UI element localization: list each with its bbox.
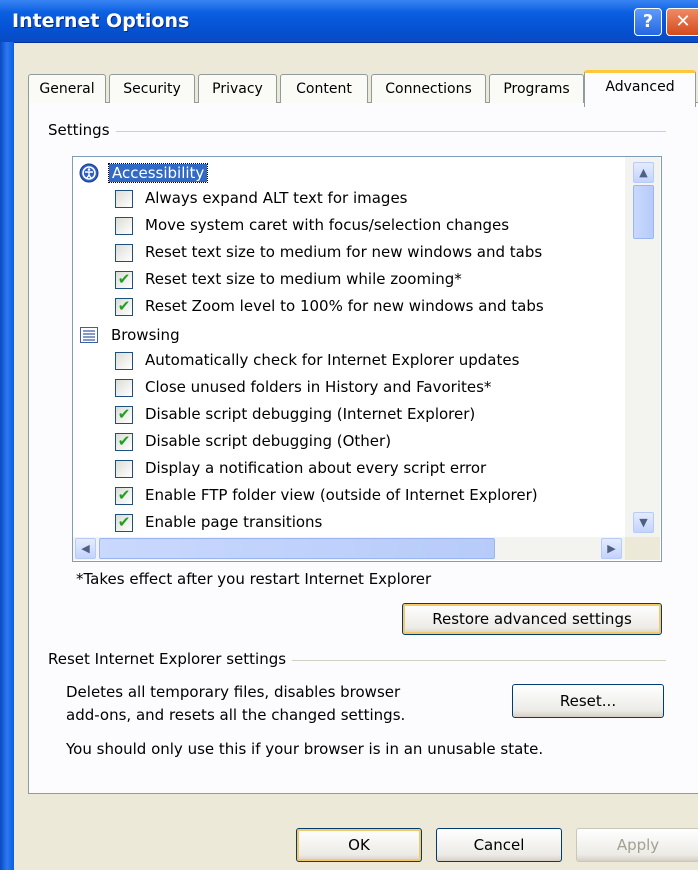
tab-content[interactable]: Content — [280, 74, 368, 103]
category-label: Accessibility — [107, 163, 209, 183]
close-button[interactable]: ✕ — [666, 8, 698, 36]
option-label: Close unused folders in History and Favo… — [145, 378, 492, 396]
settings-group-label: Settings — [48, 121, 116, 139]
check-icon: ✔ — [117, 432, 131, 450]
window-title: Internet Options — [12, 10, 190, 32]
checkbox-display-script-error[interactable] — [115, 460, 133, 478]
option-label: Disable script debugging (Internet Explo… — [145, 405, 476, 423]
option-label: Reset text size to medium for new window… — [145, 243, 543, 261]
cancel-button[interactable]: Cancel — [436, 828, 562, 862]
title-bar[interactable]: Internet Options ? ✕ — [0, 0, 698, 43]
tab-privacy[interactable]: Privacy — [198, 74, 277, 103]
check-icon: ✔ — [117, 405, 131, 423]
checkbox-reset-text-zooming[interactable]: ✔ — [115, 270, 133, 289]
tab-programs[interactable]: Programs — [489, 74, 584, 103]
option-label: Move system caret with focus/selection c… — [145, 216, 510, 234]
horizontal-scroll-thumb[interactable] — [99, 538, 495, 559]
help-button[interactable]: ? — [634, 8, 662, 36]
checkbox-enable-ftp-view[interactable]: ✔ — [115, 486, 133, 505]
check-icon: ✔ — [117, 513, 131, 531]
checkbox-enable-page-transitions[interactable]: ✔ — [115, 513, 133, 532]
option-label: Enable FTP folder view (outside of Inter… — [145, 486, 538, 504]
tab-general[interactable]: General — [28, 74, 106, 103]
category-browsing[interactable]: Browsing — [111, 322, 180, 348]
option-label: Display a notification about every scrip… — [145, 459, 487, 477]
check-icon: ✔ — [117, 486, 131, 504]
accessibility-icon — [79, 163, 99, 183]
checkbox-close-unused-folders[interactable] — [115, 379, 133, 397]
option-label: Always expand ALT text for images — [145, 189, 408, 207]
checkbox-disable-debug-other[interactable]: ✔ — [115, 432, 133, 451]
tab-security[interactable]: Security — [109, 74, 195, 103]
checkbox-check-ie-updates[interactable] — [115, 352, 133, 370]
settings-group-line — [48, 131, 666, 132]
option-label: Reset text size to medium while zooming* — [145, 270, 462, 288]
checkbox-move-caret[interactable] — [115, 217, 133, 235]
apply-button[interactable]: Apply — [576, 828, 698, 862]
vertical-scroll-thumb[interactable] — [633, 185, 654, 239]
option-label: Disable script debugging (Other) — [145, 432, 392, 450]
check-icon: ✔ — [117, 270, 131, 288]
restart-note: *Takes effect after you restart Internet… — [76, 570, 432, 588]
tab-advanced[interactable]: Advanced — [584, 70, 696, 107]
scrollbar-corner — [625, 537, 660, 560]
scroll-right-button[interactable]: ▶ — [601, 538, 622, 559]
reset-group-label: Reset Internet Explorer settings — [48, 650, 293, 668]
settings-list[interactable]: Accessibility Always expand ALT text for… — [72, 156, 662, 562]
restore-advanced-settings-button[interactable]: Restore advanced settings — [402, 603, 662, 635]
check-icon: ✔ — [117, 297, 131, 315]
option-label: Enable page transitions — [145, 513, 323, 531]
checkbox-disable-debug-ie[interactable]: ✔ — [115, 405, 133, 424]
ok-button[interactable]: OK — [296, 828, 422, 862]
browsing-icon — [79, 325, 99, 345]
reset-description-line2: add-ons, and resets all the changed sett… — [66, 706, 406, 724]
reset-warning: You should only use this if your browser… — [66, 740, 544, 758]
option-label: Reset Zoom level to 100% for new windows… — [145, 297, 544, 315]
checkbox-reset-text-new-windows[interactable] — [115, 244, 133, 262]
reset-description-line1: Deletes all temporary files, disables br… — [66, 683, 401, 701]
reset-button[interactable]: Reset... — [512, 684, 664, 718]
checkbox-always-expand-alt[interactable] — [115, 190, 133, 208]
tab-connections[interactable]: Connections — [371, 74, 486, 103]
window-border — [0, 42, 14, 870]
scroll-down-button[interactable]: ▼ — [633, 512, 654, 533]
scroll-left-button[interactable]: ◀ — [75, 538, 96, 559]
option-label: Automatically check for Internet Explore… — [145, 351, 520, 369]
checkbox-reset-zoom-level[interactable]: ✔ — [115, 297, 133, 316]
scroll-up-button[interactable]: ▲ — [633, 162, 654, 183]
category-accessibility[interactable]: Accessibility — [107, 160, 209, 186]
horizontal-scrollbar[interactable]: ◀ ▶ — [73, 537, 625, 560]
vertical-scrollbar[interactable]: ▲ ▼ — [625, 157, 660, 537]
